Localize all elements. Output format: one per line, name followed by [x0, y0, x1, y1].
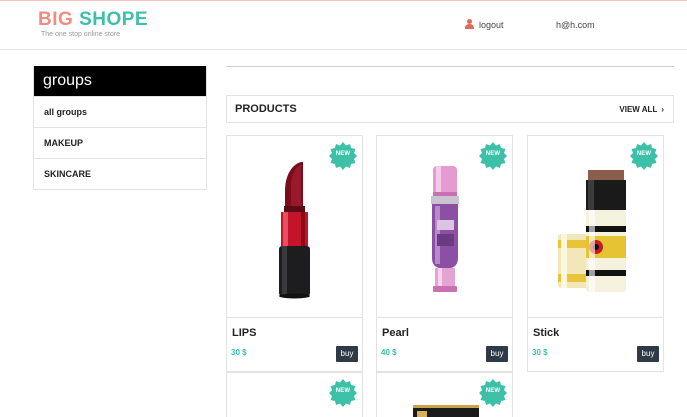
groups-sidebar: groups all groups MAKEUP SKINCARE — [33, 66, 207, 190]
new-badge: NEW — [479, 142, 507, 170]
top-bar: BIG SHOPE The one stop online store logo… — [0, 0, 687, 50]
logo[interactable]: BIG SHOPE The one stop online store — [38, 10, 148, 39]
product-card-pearl[interactable]: NEW Pearl 40 $ buy — [376, 135, 513, 372]
buy-button[interactable]: buy — [486, 346, 508, 362]
new-badge-label: NEW — [335, 151, 351, 157]
logo-title-shope: SHOPE — [79, 9, 149, 30]
chevron-right-icon: › — [661, 104, 664, 114]
groups-heading: groups — [34, 66, 206, 96]
new-badge-label: NEW — [485, 151, 501, 157]
buy-button[interactable]: buy — [336, 346, 358, 362]
logo-tagline: The one stop online store — [41, 31, 120, 38]
user-email: h@h.com — [556, 20, 595, 30]
product-name[interactable]: Pearl — [382, 327, 409, 339]
new-badge-label: NEW — [335, 388, 351, 394]
product-price: 30 $ — [231, 348, 247, 357]
new-badge: NEW — [479, 379, 507, 407]
logout-link[interactable]: logout — [465, 19, 504, 30]
new-badge-label: NEW — [485, 388, 501, 394]
product-card[interactable]: NEW — [226, 372, 363, 417]
view-all-link[interactable]: VIEW ALL › — [619, 105, 664, 114]
logo-title: BIG SHOPE — [38, 10, 148, 30]
product-name[interactable]: Stick — [533, 327, 559, 339]
view-all-label: VIEW ALL — [619, 104, 658, 114]
logout-label: logout — [479, 19, 504, 30]
sidebar-item-makeup[interactable]: MAKEUP — [34, 127, 206, 158]
buy-button[interactable]: buy — [637, 346, 659, 362]
products-title: PRODUCTS — [235, 103, 297, 115]
new-badge-label: NEW — [636, 151, 652, 157]
product-card[interactable]: NEW — [376, 372, 513, 417]
product-price: 30 $ — [532, 348, 548, 357]
product-card-stick[interactable]: NEW Stick 30 $ buy — [527, 135, 664, 372]
divider — [226, 66, 674, 67]
new-badge: NEW — [329, 142, 357, 170]
product-card-lips[interactable]: NEW LIPS 30 $ buy — [226, 135, 363, 372]
sidebar-item-skincare[interactable]: SKINCARE — [34, 158, 206, 189]
product-price: 40 $ — [381, 348, 397, 357]
new-badge: NEW — [329, 379, 357, 407]
sidebar-item-all-groups[interactable]: all groups — [34, 96, 206, 127]
user-icon — [465, 19, 474, 30]
product-name[interactable]: LIPS — [232, 327, 256, 339]
new-badge: NEW — [630, 142, 658, 170]
logo-title-big: BIG — [38, 9, 74, 30]
products-header: PRODUCTS VIEW ALL › — [226, 95, 674, 123]
